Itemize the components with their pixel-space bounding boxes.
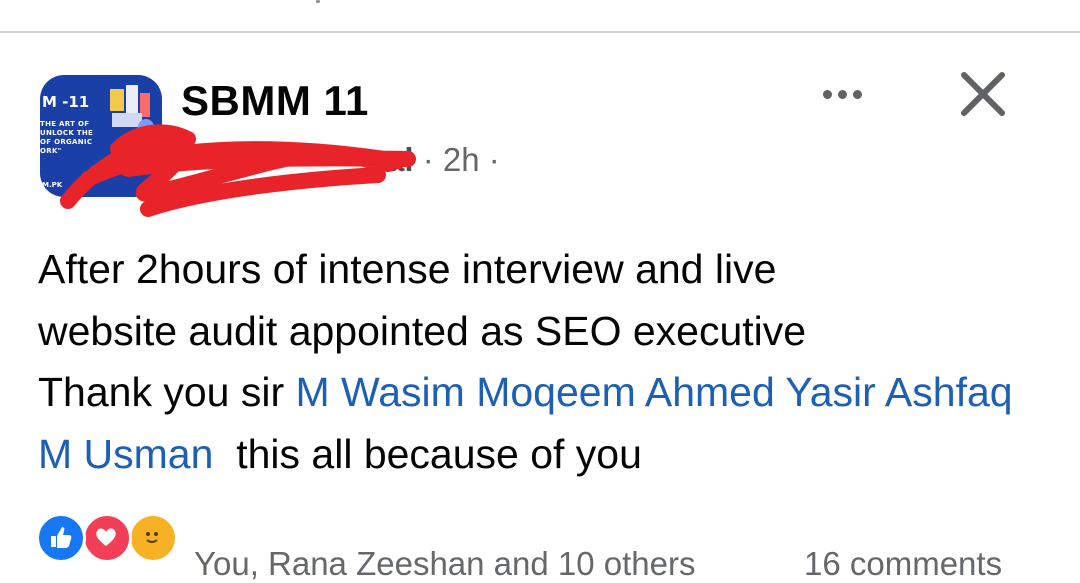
post-timestamp[interactable]: 2h [443, 141, 480, 178]
reaction-icons[interactable] [36, 513, 186, 563]
meta-separator: · [422, 141, 434, 178]
reaction-summary[interactable]: You, Rana Zeeshan and 10 others [194, 545, 696, 583]
mention-link[interactable]: M Wasim [296, 369, 465, 415]
mention-link[interactable]: Yasir Ashfaq [785, 369, 1012, 415]
love-icon [82, 513, 132, 563]
post-body: After 2hours of intense interview and li… [38, 239, 1058, 485]
mention-link[interactable]: Moqeem Ahmed [476, 369, 775, 415]
like-icon [36, 513, 86, 563]
post-body-line: Thank you sir [38, 369, 296, 415]
more-dot-icon [822, 89, 832, 99]
post-card: M -11 THE ART OF UNLOCK THE OF ORGANIC O… [0, 33, 1080, 582]
more-dot-icon [837, 89, 847, 99]
redaction-scribble [60, 124, 416, 217]
meta-separator-trailing: · [488, 141, 500, 178]
post-body-line: website audit appointed as SEO executive [38, 307, 807, 354]
comment-count[interactable]: 16 comments [804, 545, 1002, 583]
close-button[interactable] [954, 69, 1014, 123]
close-icon [961, 72, 1005, 116]
scroll-indicator [316, 0, 320, 3]
more-options-button[interactable] [812, 79, 872, 109]
care-icon [128, 513, 178, 563]
mention-link[interactable]: M Usman [38, 431, 213, 477]
post-body-line: this all because of you [236, 430, 642, 477]
more-dot-icon [852, 89, 862, 99]
post-body-line: After 2hours of intense interview and li… [38, 246, 777, 292]
